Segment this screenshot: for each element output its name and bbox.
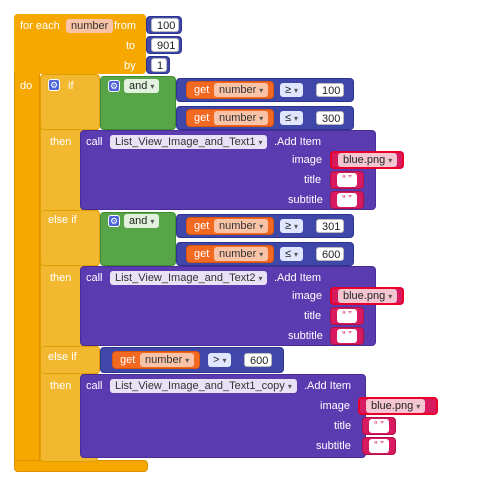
empty-text-field[interactable]: “ ”	[337, 173, 357, 187]
get-var-dropdown[interactable]: number ▾	[140, 353, 195, 367]
do-label: do	[20, 80, 33, 92]
get-label: get	[194, 112, 210, 124]
get-label: get	[194, 248, 210, 260]
empty-text-field[interactable]: “ ”	[369, 439, 389, 453]
then-label: then	[50, 272, 72, 284]
method-label: .Add Item	[304, 380, 352, 392]
image-param-label: image	[320, 400, 350, 412]
get-label: get	[194, 84, 210, 96]
subtitle-param-label: subtitle	[288, 194, 323, 206]
compare-op-dropdown[interactable]: ≥ ▾	[280, 83, 304, 97]
call-label: call	[86, 380, 103, 392]
from-number-field[interactable]: 100	[151, 18, 179, 32]
get-label: get	[120, 354, 136, 366]
subtitle-param-label: subtitle	[288, 330, 323, 342]
else-if-label: else if	[48, 351, 77, 363]
to-number-field[interactable]: 901	[151, 38, 179, 52]
and-operator-dropdown[interactable]: and ▾	[124, 79, 160, 93]
compare-number-field[interactable]: 600	[244, 353, 272, 367]
get-var-dropdown[interactable]: number ▾	[214, 111, 269, 125]
if-label: if	[68, 80, 74, 92]
compare-op-dropdown[interactable]: ≤ ▾	[280, 247, 304, 261]
from-label: from	[114, 20, 136, 32]
get-label: get	[194, 220, 210, 232]
component-dropdown[interactable]: List_View_Image_and_Text1 ▾	[110, 135, 268, 149]
call-label: call	[86, 272, 103, 284]
get-var-dropdown[interactable]: number ▾	[214, 219, 269, 233]
then-label: then	[50, 380, 72, 392]
and-operator-dropdown[interactable]: and ▾	[124, 214, 160, 228]
component-dropdown[interactable]: List_View_Image_and_Text1_copy ▾	[110, 379, 297, 393]
and-mutator-gear-icon[interactable]: ⚙	[108, 80, 120, 92]
then-label: then	[50, 136, 72, 148]
by-label: by	[124, 60, 136, 72]
by-number-field[interactable]: 1	[151, 58, 167, 72]
get-var-dropdown[interactable]: number ▾	[214, 83, 269, 97]
compare-number-field[interactable]: 100	[316, 83, 344, 97]
method-label: .Add Item	[274, 272, 322, 284]
title-param-label: title	[334, 420, 352, 432]
compare-number-field[interactable]: 301	[316, 219, 344, 233]
subtitle-param-label: subtitle	[316, 440, 351, 452]
empty-text-field[interactable]: “ ”	[337, 329, 357, 343]
image-value-field[interactable]: blue.png ▾	[338, 289, 398, 303]
title-param-label: title	[304, 310, 322, 322]
compare-op-dropdown[interactable]: > ▾	[208, 353, 232, 367]
image-value-field[interactable]: blue.png ▾	[338, 153, 398, 167]
for-each-label: for each	[20, 20, 60, 32]
compare-op-dropdown[interactable]: ≥ ▾	[280, 219, 304, 233]
to-label: to	[126, 40, 136, 52]
compare-number-field[interactable]: 300	[316, 111, 344, 125]
compare-number-field[interactable]: 600	[316, 247, 344, 261]
method-label: .Add Item	[274, 136, 322, 148]
loop-variable-field[interactable]: number	[66, 19, 114, 33]
empty-text-field[interactable]: “ ”	[369, 419, 389, 433]
image-param-label: image	[292, 290, 322, 302]
image-value-field[interactable]: blue.png ▾	[366, 399, 426, 413]
empty-text-field[interactable]: “ ”	[337, 193, 357, 207]
and-mutator-gear-icon[interactable]: ⚙	[108, 215, 120, 227]
image-param-label: image	[292, 154, 322, 166]
empty-text-field[interactable]: “ ”	[337, 309, 357, 323]
get-var-dropdown[interactable]: number ▾	[214, 247, 269, 261]
blocks-workspace[interactable]: for each number from 100 to 901 by 1 do …	[0, 0, 480, 500]
title-param-label: title	[304, 174, 322, 186]
else-if-label: else if	[48, 214, 77, 226]
compare-op-dropdown[interactable]: ≤ ▾	[280, 111, 304, 125]
component-dropdown[interactable]: List_View_Image_and_Text2 ▾	[110, 271, 268, 285]
mutator-gear-icon[interactable]: ⚙	[48, 79, 60, 91]
call-label: call	[86, 136, 103, 148]
